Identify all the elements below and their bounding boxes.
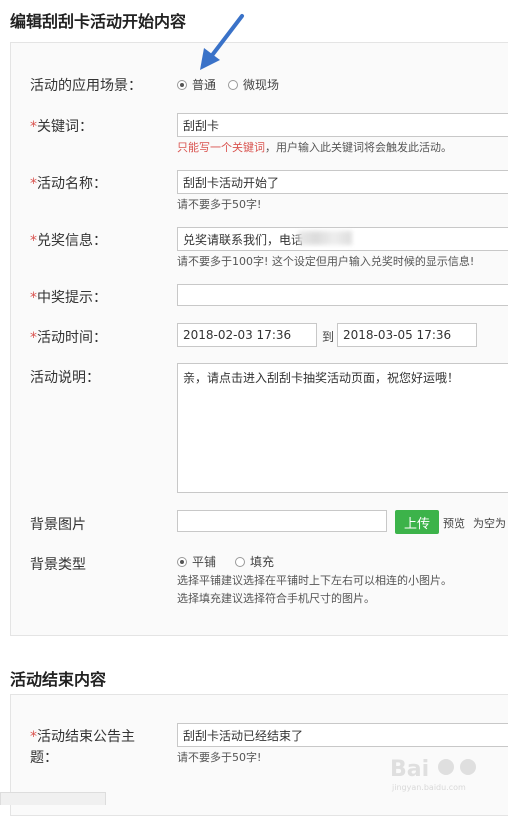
required-mark: *	[30, 119, 37, 135]
keyword-hint-rest: ，用户输入此关键词将会触发此活动。	[265, 141, 452, 154]
scene-option-normal: 普通	[192, 78, 217, 92]
required-mark: *	[30, 290, 37, 306]
upload-button[interactable]: 上传	[395, 510, 439, 534]
keyword-label: *关键词：	[30, 116, 93, 136]
watermark-text: Bai	[390, 757, 429, 782]
end-time-input[interactable]: 2018-03-05 17:36	[337, 323, 477, 347]
bg-image-note: 为空为	[473, 517, 506, 530]
end-title-label: *活动结束公告主 题：	[30, 727, 135, 769]
scene-label: 活动的应用场景：	[30, 78, 142, 94]
name-label: *活动名称：	[30, 173, 107, 193]
required-mark: *	[30, 330, 37, 346]
watermark-sub: jingyan.baidu.com	[391, 783, 466, 792]
required-mark: *	[30, 176, 37, 192]
keyword-hint-red: 只能写一个关键词	[177, 141, 265, 154]
bg-type-radio-fill[interactable]: 填充	[235, 553, 274, 570]
bg-type-option-tile: 平铺	[192, 555, 217, 569]
desc-label: 活动说明：	[30, 370, 100, 386]
description-textarea[interactable]: 亲，请点击进入刮刮卡抽奖活动页面，祝您好运哦！	[177, 363, 508, 493]
radio-checked-icon	[177, 556, 187, 567]
win-tip-label-text: 中奖提示：	[37, 290, 107, 306]
end-title-input[interactable]: 刮刮卡活动已经结束了	[177, 723, 508, 747]
bg-type-radio-tile[interactable]: 平铺	[177, 553, 216, 570]
end-title-hint: 请不要多于50字!	[177, 751, 262, 764]
pointer-arrow-icon	[200, 14, 244, 70]
keyword-label-text: 关键词：	[37, 119, 93, 135]
bottom-scroll-tab	[0, 792, 106, 805]
required-mark: *	[30, 729, 37, 745]
name-hint: 请不要多于50字!	[177, 198, 262, 211]
section-title-start: 编辑刮刮卡活动开始内容	[10, 12, 187, 31]
end-title-label-line1: *活动结束公告主	[30, 727, 135, 748]
radio-unchecked-icon	[235, 556, 245, 567]
section-title-end: 活动结束内容	[10, 670, 107, 689]
radio-unchecked-icon	[228, 79, 238, 90]
bg-type-hint-1: 选择平铺建议选择在平铺时上下左右可以相连的小图片。	[177, 574, 452, 587]
scene-radio-live[interactable]: 微现场	[228, 76, 279, 93]
required-mark: *	[30, 233, 37, 249]
scene-radio-normal[interactable]: 普通	[177, 76, 216, 93]
redeem-hint: 请不要多于100字! 这个设定但用户输入兑奖时候的显示信息!	[177, 255, 475, 268]
bg-type-label: 背景类型	[30, 557, 86, 573]
redacted-phone	[298, 231, 352, 245]
baidu-watermark-logo: Bai jingyan.baidu.com	[390, 757, 476, 792]
preview-link[interactable]: 预览	[443, 515, 465, 531]
end-title-label-line2: 题：	[30, 750, 58, 766]
redeem-label: *兑奖信息：	[30, 230, 107, 250]
keyword-hint: 只能写一个关键词，用户输入此关键词将会触发此活动。	[177, 139, 452, 155]
bg-image-input[interactable]	[177, 510, 387, 532]
name-label-text: 活动名称：	[37, 176, 107, 192]
win-tip-label: *中奖提示：	[30, 287, 107, 307]
end-title-label-text: 活动结束公告主	[37, 729, 135, 745]
time-label-text: 活动时间：	[37, 330, 107, 346]
scene-option-live: 微现场	[243, 78, 280, 92]
redeem-label-text: 兑奖信息：	[37, 233, 107, 249]
time-separator: 到	[322, 330, 335, 344]
radio-checked-icon	[177, 79, 187, 90]
bg-type-option-fill: 填充	[250, 555, 275, 569]
bg-image-label: 背景图片	[30, 517, 86, 533]
activity-name-input[interactable]: 刮刮卡活动开始了	[177, 170, 508, 194]
win-tip-input[interactable]	[177, 284, 508, 306]
bg-type-hint-2: 选择填充建议选择符合手机尺寸的图片。	[177, 592, 375, 605]
start-time-input[interactable]: 2018-02-03 17:36	[177, 323, 317, 347]
keyword-input[interactable]: 刮刮卡	[177, 113, 508, 137]
time-label: *活动时间：	[30, 327, 107, 347]
